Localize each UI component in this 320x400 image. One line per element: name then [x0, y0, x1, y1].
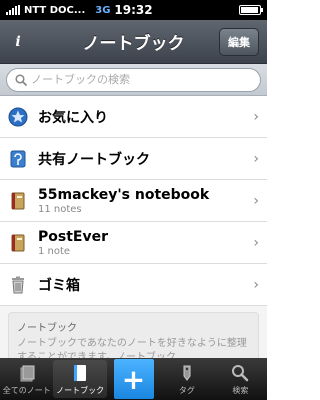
list-item-label: PostEver [38, 228, 108, 245]
note-count: 1 note [38, 245, 71, 257]
tab-notebooks[interactable]: ノートブック [53, 360, 107, 398]
tab-label: 検索 [232, 385, 249, 395]
note-count: 11 notes [38, 203, 82, 215]
carrier-info: NTT DOC... 3G [6, 5, 110, 16]
search-field[interactable] [6, 67, 261, 92]
tab-all-notes[interactable]: 全てのノート [0, 358, 53, 400]
chevron-right-icon: › [253, 234, 259, 251]
chevron-right-icon: › [253, 276, 259, 293]
list-item-favorites[interactable]: お気に入り › [0, 96, 267, 138]
carrier-name: NTT DOC... [24, 4, 86, 16]
search-input[interactable] [31, 73, 252, 86]
page-title: ノートブック [82, 34, 185, 54]
list-item-label: お気に入り [38, 109, 108, 126]
tab-label: タグ [178, 385, 195, 395]
list-item-label: 55mackey's notebook [38, 186, 210, 203]
list-item-notebook[interactable]: 55mackey's notebook 11 notes › [0, 180, 267, 222]
shared-notebook-icon [8, 149, 28, 169]
edit-button[interactable]: 編集 [219, 28, 259, 56]
search-icon [15, 73, 27, 86]
notebook-list: お気に入り › 共有ノートブック › 55mackey's notebook 1… [0, 96, 267, 306]
tab-bar: 全てのノート ノートブック + タグ 検索 [0, 358, 267, 400]
chevron-right-icon: › [253, 150, 259, 167]
search-bar [0, 64, 267, 96]
signal-strength-icon [6, 5, 20, 15]
all-notes-icon [18, 363, 36, 383]
list-item-notebook[interactable]: PostEver 1 note › [0, 222, 267, 264]
info-panel: ノートブック ノートブックであなたのノートを好きなように整理することができます。… [0, 306, 267, 372]
battery-icon [239, 5, 263, 15]
info-button[interactable]: i [8, 32, 28, 52]
info-icon: i [15, 34, 21, 50]
chevron-right-icon: › [253, 192, 259, 209]
list-item-label: ゴミ箱 [38, 277, 80, 294]
tab-label: 全てのノート [2, 385, 51, 395]
notebook-icon [8, 233, 28, 253]
search-icon [231, 363, 249, 383]
list-item-label: 共有ノートブック [38, 151, 150, 168]
info-title: ノートブック [17, 323, 77, 334]
list-item-trash[interactable]: ゴミ箱 › [0, 264, 267, 306]
trash-icon [8, 275, 28, 295]
tab-label: ノートブック [56, 385, 105, 395]
star-icon [8, 107, 28, 127]
notebook-icon [72, 363, 88, 383]
tab-search[interactable]: 検索 [214, 358, 267, 400]
tag-icon [178, 363, 196, 383]
list-item-shared-notebooks[interactable]: 共有ノートブック › [0, 138, 267, 180]
navigation-bar: i ノートブック 編集 [0, 20, 267, 64]
chevron-right-icon: › [253, 108, 259, 125]
notebook-icon [8, 191, 28, 211]
plus-icon: + [113, 359, 154, 399]
status-bar: NTT DOC... 3G 19:32 [0, 0, 267, 20]
tab-new-note[interactable]: + [107, 358, 160, 400]
tab-tags[interactable]: タグ [160, 358, 213, 400]
network-type: 3G [95, 4, 111, 16]
